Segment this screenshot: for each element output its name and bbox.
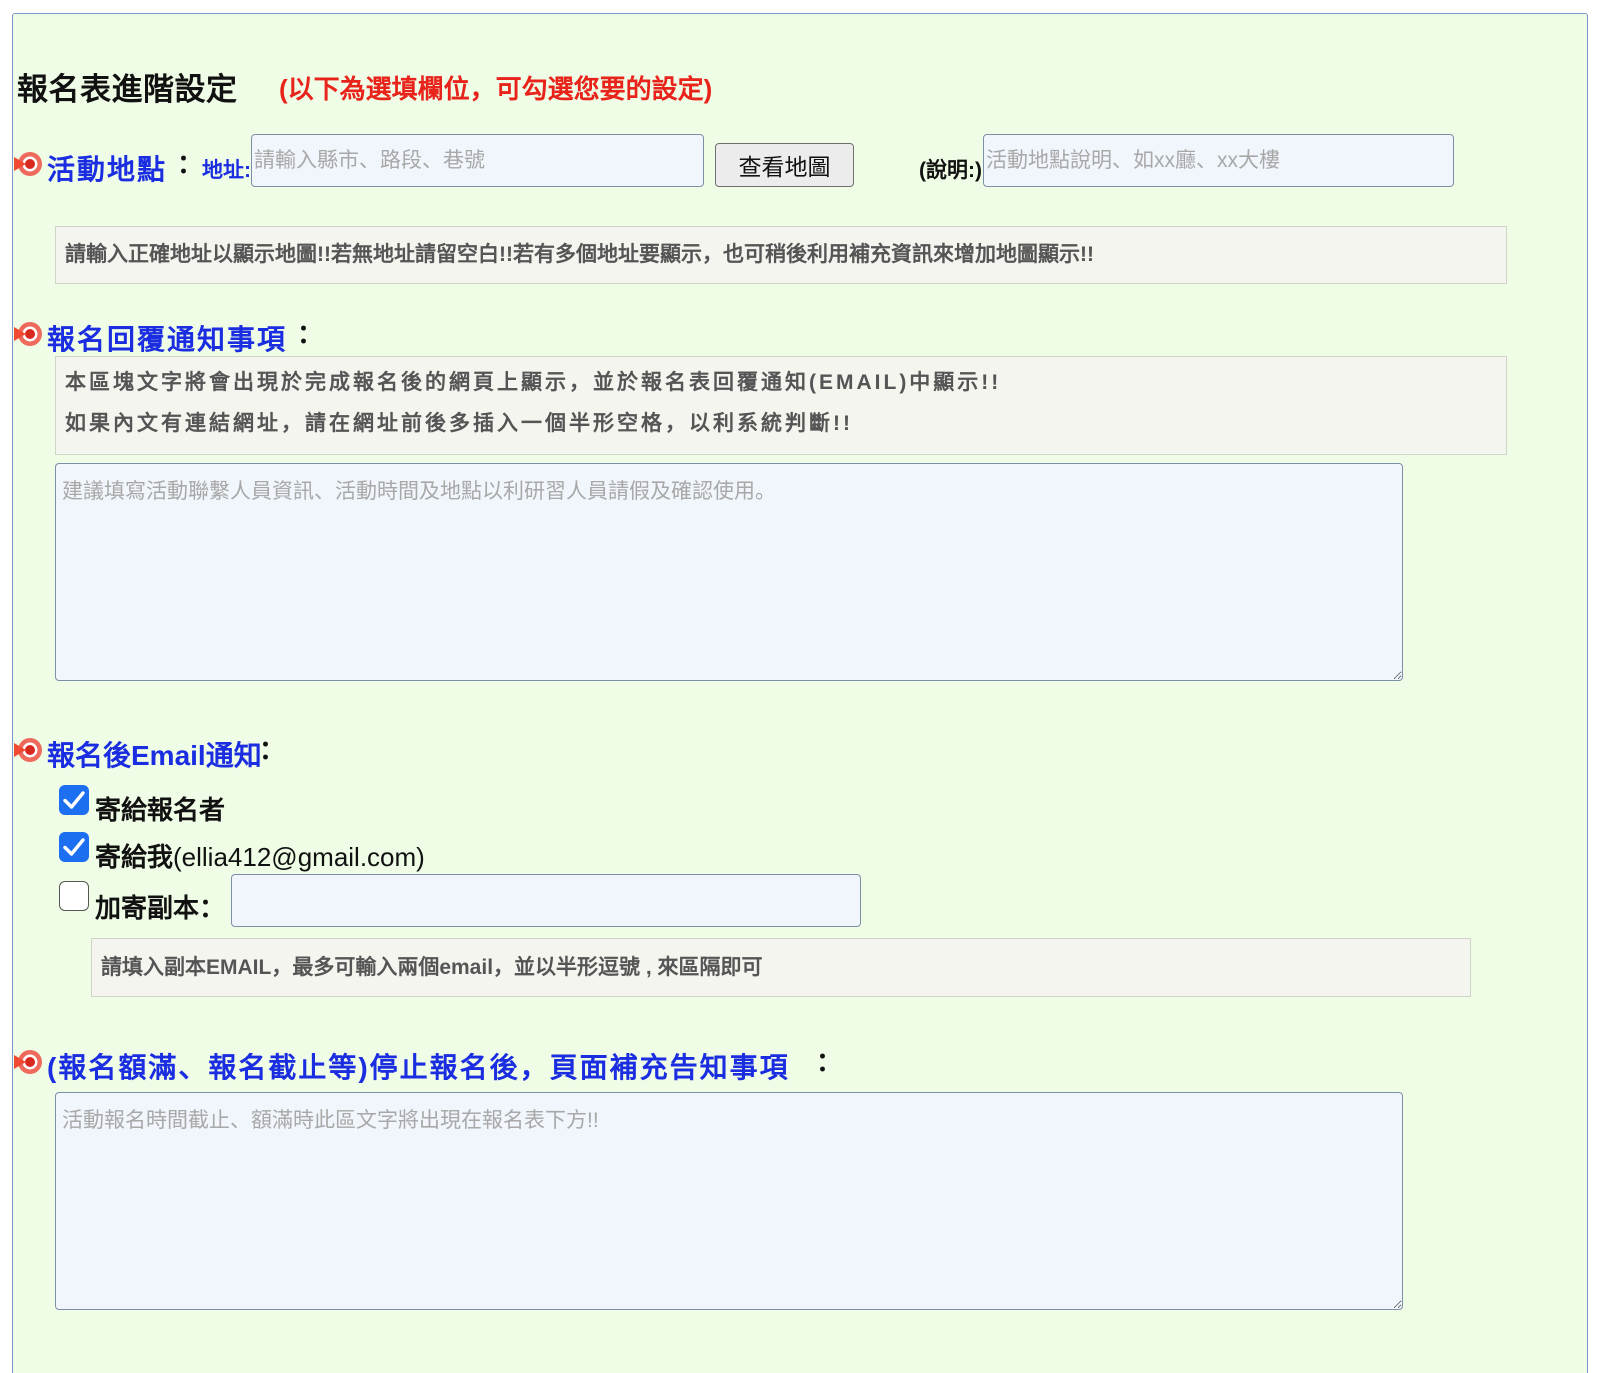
address-label: 地址:	[202, 159, 251, 182]
page-title: 報名表進階設定	[17, 72, 238, 107]
reply-notice-label: 報名回覆通知事項	[47, 324, 288, 355]
reply-hint-line-1: 本區塊文字將會出現於完成報名後的網頁上顯示，並於報名表回覆通知(EMAIL)中顯…	[65, 371, 1002, 394]
bullet-icon	[13, 1047, 43, 1077]
reply-hint-line-2: 如果內文有連結網址，請在網址前後多插入一個半形空格，以利系統判斷!!	[65, 412, 853, 435]
location-label: 活動地點	[47, 154, 168, 185]
address-input[interactable]	[251, 134, 704, 187]
notify-me-checkbox[interactable]	[59, 832, 89, 862]
description-label: (說明:)	[919, 159, 982, 182]
cc-checkbox[interactable]	[59, 881, 89, 911]
reply-notice-hint: 本區塊文字將會出現於完成報名後的網頁上顯示，並於報名表回覆通知(EMAIL)中顯…	[55, 356, 1507, 455]
cc-label: 加寄副本：	[95, 893, 226, 923]
notify-registrant-checkbox[interactable]	[59, 785, 89, 815]
closed-notice-colon: ：	[816, 1047, 843, 1077]
reply-notice-colon: ：	[297, 319, 324, 349]
address-hint: 請輸入正確地址以顯示地圖!!若無地址請留空白!!若有多個地址要顯示，也可稍後利用…	[55, 226, 1507, 284]
optional-fields-note: (以下為選填欄位，可勾選您要的設定)	[279, 74, 713, 104]
email-notify-label: 報名後Email通知	[47, 740, 262, 771]
closed-notice-label: (報名額滿、報名截止等)停止報名後，頁面補充告知事項	[47, 1052, 790, 1083]
my-email: (ellia412@gmail.com)	[173, 842, 425, 872]
location-description-input[interactable]	[983, 134, 1454, 187]
view-map-button[interactable]: 查看地圖	[715, 143, 854, 187]
notify-registrant-label: 寄給報名者	[95, 795, 226, 825]
notify-me-text: 寄給我	[95, 842, 174, 872]
check-icon	[59, 832, 89, 862]
notify-me-label: 寄給我(ellia412@gmail.com)	[95, 837, 425, 874]
cc-email-input[interactable]	[231, 874, 861, 927]
email-notify-colon: ：	[259, 735, 286, 765]
bullet-icon	[13, 319, 43, 349]
bullet-icon	[13, 735, 43, 765]
closed-notice-textarea[interactable]	[55, 1092, 1403, 1310]
bullet-icon	[13, 149, 43, 179]
reply-notice-textarea[interactable]	[55, 463, 1403, 681]
advanced-settings-panel: 報名表進階設定 (以下為選填欄位，可勾選您要的設定) 活動地點 ： 地址: 查看…	[12, 13, 1588, 1373]
cc-hint: 請填入副本EMAIL，最多可輸入兩個email，並以半形逗號 , 來區隔即可	[91, 938, 1471, 997]
check-icon	[59, 785, 89, 815]
location-colon: ：	[177, 149, 204, 179]
